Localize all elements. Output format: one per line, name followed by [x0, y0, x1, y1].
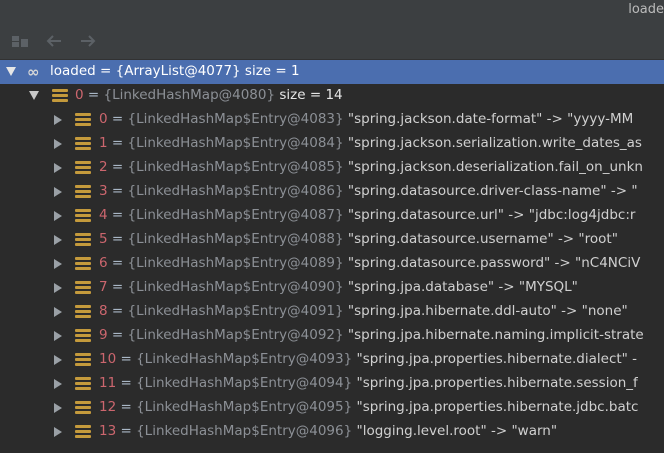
- collapsed-arrow-icon[interactable]: [54, 307, 62, 317]
- list-icon: [75, 257, 91, 271]
- expand-arrow-icon[interactable]: [6, 67, 16, 76]
- table-row[interactable]: 7 = {LinkedHashMap$Entry@4090} "spring.j…: [0, 276, 664, 300]
- list-icon: [75, 137, 91, 151]
- title-bar: loade: [0, 0, 664, 22]
- collapsed-arrow-icon[interactable]: [54, 211, 62, 221]
- list-icon: [75, 353, 91, 367]
- entry-label: 2 = {LinkedHashMap$Entry@4085} "spring.j…: [99, 159, 643, 175]
- collapsed-arrow-icon[interactable]: [54, 379, 62, 389]
- entry-label: 4 = {LinkedHashMap$Entry@4087} "spring.d…: [99, 207, 636, 223]
- table-row[interactable]: 12 = {LinkedHashMap$Entry@4095} "spring.…: [0, 396, 664, 420]
- table-row[interactable]: 0 = {LinkedHashMap$Entry@4083} "spring.j…: [0, 108, 664, 132]
- child-label: 0 = {LinkedHashMap@4080} size = 14: [75, 87, 343, 103]
- entry-label: 9 = {LinkedHashMap$Entry@4092} "spring.j…: [99, 327, 644, 343]
- entry-label: 11 = {LinkedHashMap$Entry@4094} "spring.…: [99, 375, 638, 391]
- root-label: loaded = {ArrayList@4077} size = 1: [50, 63, 300, 79]
- table-row[interactable]: 10 = {LinkedHashMap$Entry@4093} "spring.…: [0, 348, 664, 372]
- collapsed-arrow-icon[interactable]: [54, 427, 62, 437]
- arrow-right-icon[interactable]: [77, 31, 99, 51]
- debug-toolbar: [0, 22, 664, 60]
- collapsed-arrow-icon[interactable]: [54, 283, 62, 293]
- list-icon: [75, 185, 91, 199]
- collapsed-arrow-icon[interactable]: [54, 235, 62, 245]
- collapsed-arrow-icon[interactable]: [54, 403, 62, 413]
- table-row[interactable]: 5 = {LinkedHashMap$Entry@4088} "spring.d…: [0, 228, 664, 252]
- table-row[interactable]: 3 = {LinkedHashMap$Entry@4086} "spring.d…: [0, 180, 664, 204]
- folder-tree-icon[interactable]: [9, 31, 31, 51]
- entry-label: 12 = {LinkedHashMap$Entry@4095} "spring.…: [99, 399, 639, 415]
- table-row[interactable]: 2 = {LinkedHashMap$Entry@4085} "spring.j…: [0, 156, 664, 180]
- list-icon: [75, 305, 91, 319]
- list-icon: [75, 161, 91, 175]
- entry-label: 10 = {LinkedHashMap$Entry@4093} "spring.…: [99, 351, 638, 367]
- list-icon: [75, 425, 91, 439]
- list-icon: [75, 113, 91, 127]
- table-row[interactable]: 11 = {LinkedHashMap$Entry@4094} "spring.…: [0, 372, 664, 396]
- entry-label: 8 = {LinkedHashMap$Entry@4091} "spring.j…: [99, 303, 628, 319]
- collapsed-arrow-icon[interactable]: [54, 187, 62, 197]
- entry-label: 1 = {LinkedHashMap$Entry@4084} "spring.j…: [99, 135, 642, 151]
- list-icon: [75, 377, 91, 391]
- entry-label: 5 = {LinkedHashMap$Entry@4088} "spring.d…: [99, 231, 618, 247]
- table-row[interactable]: 13 = {LinkedHashMap$Entry@4096} "logging…: [0, 420, 664, 444]
- collapsed-arrow-icon[interactable]: [54, 115, 62, 125]
- collapsed-arrow-icon[interactable]: [54, 355, 62, 365]
- watch-infinity-icon: ∞: [27, 63, 39, 81]
- entry-label: 3 = {LinkedHashMap$Entry@4086} "spring.d…: [99, 183, 638, 199]
- variables-tree: ∞ loaded = {ArrayList@4077} size = 1 0 =…: [0, 60, 664, 453]
- list-icon: [75, 281, 91, 295]
- table-row[interactable]: 4 = {LinkedHashMap$Entry@4087} "spring.d…: [0, 204, 664, 228]
- entry-label: 13 = {LinkedHashMap$Entry@4096} "logging…: [99, 423, 558, 439]
- list-icon: [75, 329, 91, 343]
- tree-row-root[interactable]: ∞ loaded = {ArrayList@4077} size = 1: [0, 60, 664, 84]
- expand-arrow-icon[interactable]: [29, 91, 39, 100]
- table-row[interactable]: 6 = {LinkedHashMap$Entry@4089} "spring.d…: [0, 252, 664, 276]
- table-row[interactable]: 8 = {LinkedHashMap$Entry@4091} "spring.j…: [0, 300, 664, 324]
- list-icon: [52, 89, 68, 103]
- entry-label: 7 = {LinkedHashMap$Entry@4090} "spring.j…: [99, 279, 578, 295]
- entry-label: 0 = {LinkedHashMap$Entry@4083} "spring.j…: [99, 111, 634, 127]
- list-icon: [75, 401, 91, 415]
- arrow-left-icon[interactable]: [43, 31, 65, 51]
- table-row[interactable]: 9 = {LinkedHashMap$Entry@4092} "spring.j…: [0, 324, 664, 348]
- collapsed-arrow-icon[interactable]: [54, 259, 62, 269]
- collapsed-arrow-icon[interactable]: [54, 139, 62, 149]
- collapsed-arrow-icon[interactable]: [54, 163, 62, 173]
- list-icon: [75, 209, 91, 223]
- table-row[interactable]: 1 = {LinkedHashMap$Entry@4084} "spring.j…: [0, 132, 664, 156]
- list-icon: [75, 233, 91, 247]
- entry-label: 6 = {LinkedHashMap$Entry@4089} "spring.d…: [99, 255, 641, 271]
- tree-row-child[interactable]: 0 = {LinkedHashMap@4080} size = 14: [0, 84, 664, 108]
- collapsed-arrow-icon[interactable]: [54, 331, 62, 341]
- window-title: loade: [628, 2, 664, 17]
